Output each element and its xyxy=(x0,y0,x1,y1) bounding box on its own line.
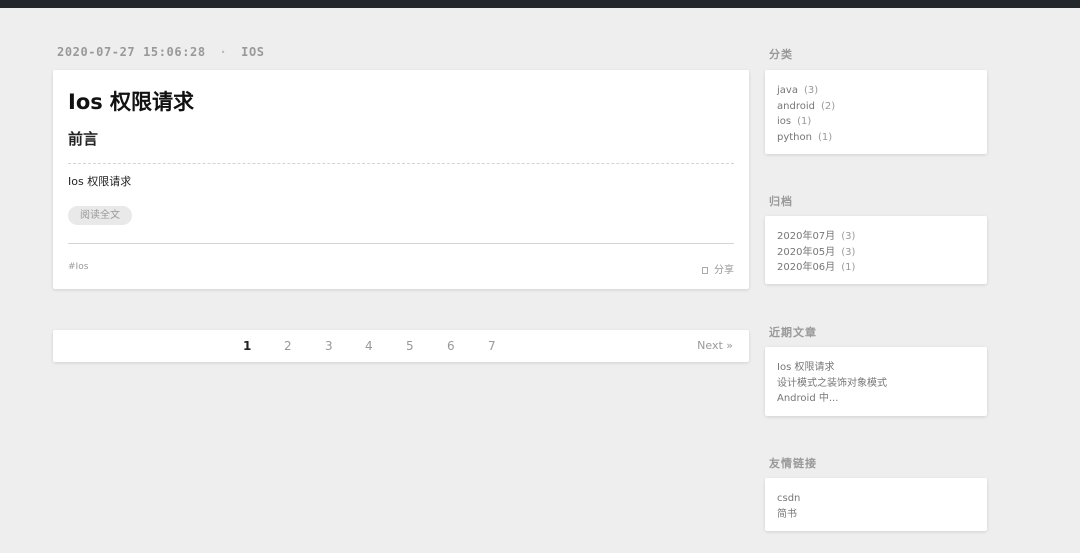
recent-posts-title: 近期文章 xyxy=(769,326,817,339)
footer-divider xyxy=(68,243,734,244)
post-tag-link[interactable]: #Ios xyxy=(68,262,88,272)
share-icon xyxy=(702,267,708,274)
top-bar xyxy=(0,0,1080,8)
archive-count: (3) xyxy=(841,231,856,242)
page-link-3[interactable]: 3 xyxy=(325,339,333,353)
meta-separator: · xyxy=(219,45,228,59)
page-link-1[interactable]: 1 xyxy=(243,339,251,353)
category-item[interactable]: java (3) xyxy=(777,83,835,99)
recent-post-link[interactable]: Android 中... xyxy=(777,391,887,407)
friend-link[interactable]: 简书 xyxy=(777,507,800,523)
post-title[interactable]: Ios 权限请求 xyxy=(68,86,194,116)
page-link-5[interactable]: 5 xyxy=(406,339,414,353)
post-excerpt: Ios 权限请求 xyxy=(68,175,132,188)
category-label: android xyxy=(777,100,815,112)
post-date: 2020-07-27 15:06:28 xyxy=(57,45,206,59)
category-item[interactable]: android (2) xyxy=(777,99,835,115)
friend-link[interactable]: csdn xyxy=(777,491,800,507)
friend-links-title: 友情链接 xyxy=(769,457,817,470)
category-label: java xyxy=(777,85,798,96)
category-count: (1) xyxy=(797,116,812,127)
archive-item[interactable]: 2020年06月 (1) xyxy=(777,260,855,276)
category-item[interactable]: ios (1) xyxy=(777,114,835,130)
recent-posts-widget: Ios 权限请求 设计模式之装饰对象模式 Android 中... xyxy=(765,347,987,416)
share-button[interactable]: 分享 xyxy=(702,261,734,276)
archive-label: 2020年07月 xyxy=(777,231,836,242)
post-subheading: 前言 xyxy=(68,130,99,148)
archives-widget: 2020年07月 (3) 2020年05月 (3) 2020年06月 (1) xyxy=(765,216,987,284)
page-link-4[interactable]: 4 xyxy=(365,339,373,353)
read-more-button[interactable]: 阅读全文 xyxy=(68,206,132,225)
archive-item[interactable]: 2020年05月 (3) xyxy=(777,245,855,261)
next-page-link[interactable]: Next » xyxy=(697,339,733,352)
post-meta: 2020-07-27 15:06:28 · IOS xyxy=(57,45,265,59)
archives-title: 归档 xyxy=(769,195,793,208)
page-link-7[interactable]: 7 xyxy=(488,339,496,353)
archive-item[interactable]: 2020年07月 (3) xyxy=(777,229,855,245)
category-label: ios xyxy=(777,116,792,127)
category-count: (2) xyxy=(820,100,836,112)
share-label: 分享 xyxy=(714,265,734,276)
page-link-6[interactable]: 6 xyxy=(447,339,455,353)
pagination: 1 2 3 4 5 6 7 Next » xyxy=(53,330,749,362)
page-link-2[interactable]: 2 xyxy=(284,339,292,353)
category-count: (1) xyxy=(817,131,833,143)
category-item[interactable]: python (1) xyxy=(777,130,835,146)
categories-widget: java (3) android (2) ios (1) python (1) xyxy=(765,70,987,154)
categories-title: 分类 xyxy=(769,48,793,61)
post-category-link[interactable]: IOS xyxy=(241,45,264,59)
recent-post-link[interactable]: Ios 权限请求 xyxy=(777,360,887,376)
post-card: Ios 权限请求 前言 Ios 权限请求 阅读全文 #Ios 分享 xyxy=(53,70,749,289)
recent-post-link[interactable]: 设计模式之装饰对象模式 xyxy=(777,376,887,392)
archive-label: 2020年06月 xyxy=(777,262,836,273)
archive-count: (3) xyxy=(841,246,856,258)
friend-links-widget: csdn 简书 xyxy=(765,478,987,531)
dashed-divider xyxy=(68,163,734,164)
archive-label: 2020年05月 xyxy=(777,246,836,258)
category-count: (3) xyxy=(803,85,819,96)
archive-count: (1) xyxy=(841,262,856,273)
category-label: python xyxy=(777,131,812,143)
